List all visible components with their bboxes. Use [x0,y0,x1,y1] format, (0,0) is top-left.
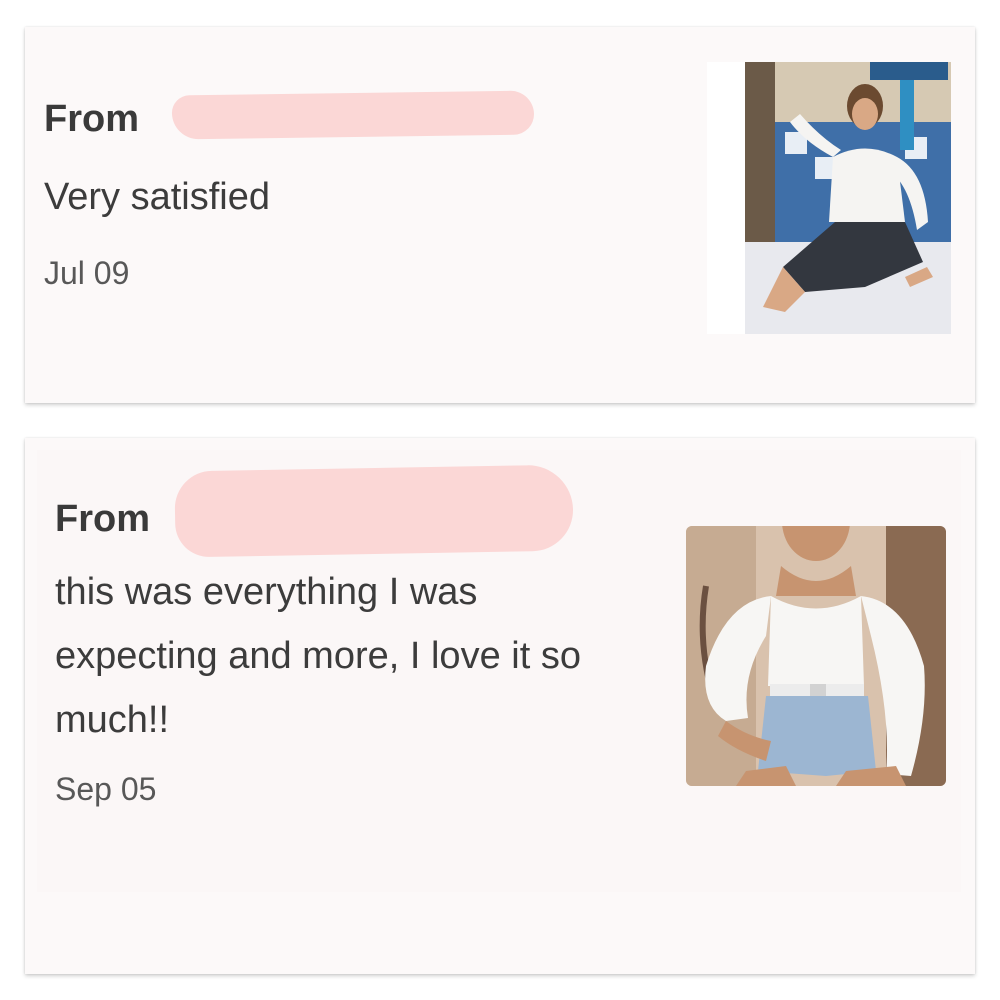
review-author-row: From [44,100,139,138]
review-author-row: From [55,500,150,538]
review-photo[interactable] [686,526,946,786]
photo-frame [707,62,745,334]
redacted-username [174,464,574,558]
from-label: From [55,498,150,540]
from-label: From [44,98,139,140]
review-photo[interactable] [745,62,951,334]
review-card[interactable]: From this was everything I was expecting… [25,438,975,974]
review-text: Very satisfied [44,176,270,218]
review-date: Jul 09 [44,255,130,291]
photo-woman-blouse-icon [686,526,946,786]
review-card[interactable]: From Very satisfied Jul 09 [25,27,975,403]
photo-woman-sitting-icon [745,62,951,334]
redacted-username [171,90,535,140]
review-date: Sep 05 [55,771,157,807]
review-text: this was everything I was expecting and … [55,571,581,741]
reviews-page: From Very satisfied Jul 09 From this was… [0,0,1000,1000]
